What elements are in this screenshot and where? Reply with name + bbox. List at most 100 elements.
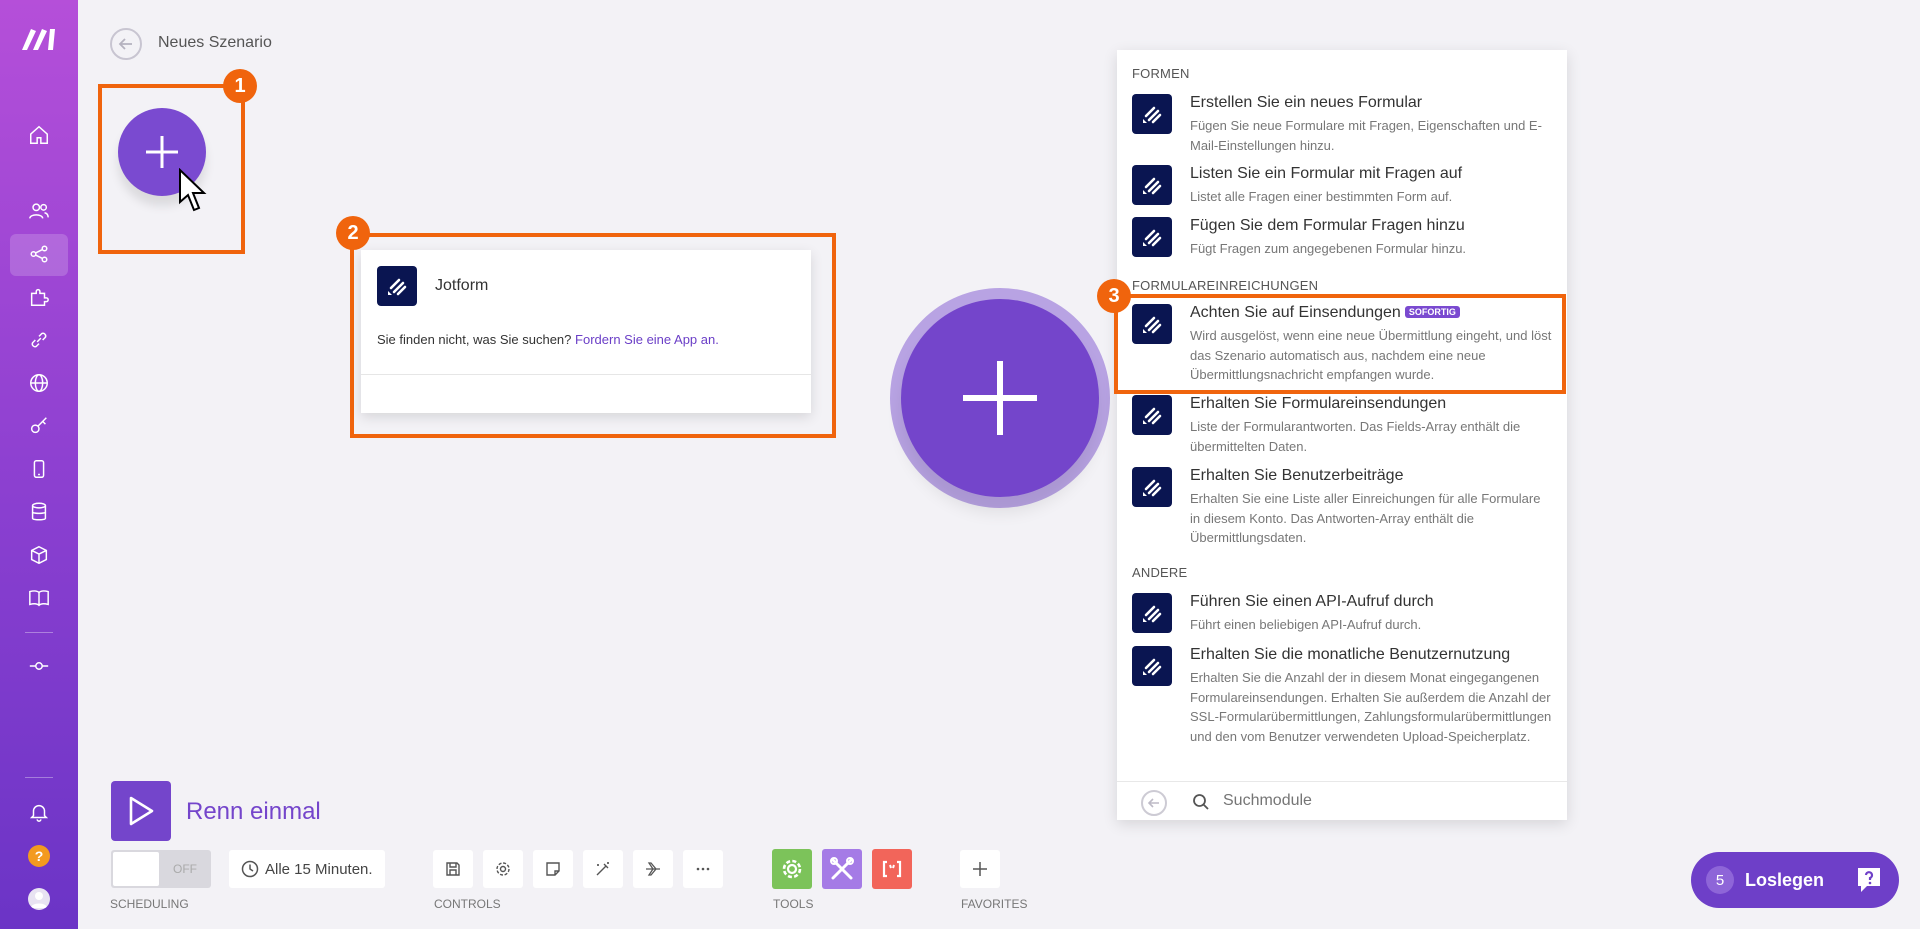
- gear-icon: [782, 859, 802, 879]
- cube-icon[interactable]: [24, 540, 54, 570]
- toggle-knob: [113, 852, 159, 886]
- help-chat-icon: [1858, 868, 1880, 892]
- favorites-label: FAVORITES: [961, 897, 1028, 911]
- module-title: Erhalten Sie die monatliche Benutzernutz…: [1190, 646, 1511, 663]
- schedule-button[interactable]: Alle 15 Minuten.: [229, 850, 385, 888]
- jotform-logo-icon: [377, 266, 417, 306]
- play-icon: [129, 796, 154, 826]
- section-title-formulareinreichungen: FORMULAREINREICHUNGEN: [1132, 278, 1319, 293]
- get-started-label: Loslegen: [1745, 869, 1825, 890]
- module-title: Fügen Sie dem Formular Fragen hinzu: [1190, 217, 1465, 234]
- key-icon[interactable]: [24, 411, 54, 441]
- magic-wand-icon: [596, 862, 609, 876]
- jotform-logo-icon: [1132, 467, 1172, 507]
- mouse-cursor-icon: [179, 168, 207, 212]
- text-parser-button[interactable]: [872, 849, 912, 889]
- sidebar-divider: [25, 777, 53, 778]
- more-icon: [696, 867, 710, 871]
- tools-button[interactable]: [822, 849, 862, 889]
- sidebar-divider: [25, 632, 53, 633]
- mobile-device-icon[interactable]: [24, 454, 54, 484]
- request-app-link[interactable]: Fordern Sie eine App an.: [575, 332, 719, 347]
- run-once-label[interactable]: Renn einmal: [186, 798, 321, 826]
- book-icon[interactable]: [24, 583, 54, 613]
- tools-label: TOOLS: [773, 897, 814, 911]
- scheduling-toggle[interactable]: OFF: [111, 850, 211, 888]
- explain-flow-button[interactable]: [633, 850, 673, 888]
- avatar[interactable]: [28, 888, 50, 910]
- annotation-badge-2: 2: [336, 216, 370, 250]
- get-started-button[interactable]: 5 Loslegen: [1691, 852, 1899, 908]
- module-description: Erhalten Sie eine Liste aller Einreichun…: [1190, 491, 1541, 545]
- arrow-left-icon: [1147, 798, 1159, 808]
- toggle-state: OFF: [173, 862, 197, 876]
- wrench-icon: [830, 857, 854, 880]
- controls-label: CONTROLS: [434, 897, 501, 911]
- module-description: Liste der Formularantworten. Das Fields-…: [1190, 419, 1521, 454]
- note-icon: [546, 862, 560, 876]
- search-icon: [1193, 794, 1209, 810]
- add-favorite-button[interactable]: [960, 850, 1000, 888]
- settings-button[interactable]: [483, 850, 523, 888]
- large-add-module-button[interactable]: [901, 299, 1099, 497]
- not-found-label: Sie finden nicht, was Sie suchen?: [377, 332, 572, 347]
- search-modules-input[interactable]: [1223, 792, 1523, 810]
- database-icon[interactable]: [24, 497, 54, 527]
- save-button[interactable]: [433, 850, 473, 888]
- clock-icon: [241, 860, 259, 878]
- plus-icon: [973, 862, 987, 876]
- globe-icon[interactable]: [24, 368, 54, 398]
- commit-icon[interactable]: [24, 651, 54, 681]
- get-started-count: 5: [1706, 866, 1734, 894]
- jotform-logo-icon: [1132, 165, 1172, 205]
- annotation-badge-1: 1: [223, 69, 257, 103]
- save-icon: [446, 862, 460, 876]
- schedule-text: Alle 15 Minuten.: [265, 860, 373, 878]
- notes-button[interactable]: [533, 850, 573, 888]
- back-button[interactable]: [110, 28, 142, 60]
- make-logo-icon[interactable]: [20, 26, 58, 52]
- team-icon[interactable]: [24, 196, 54, 226]
- plus-icon: [963, 361, 1037, 435]
- annotation-badge-3: 3: [1097, 279, 1131, 313]
- app-search-popup: Jotform Sie finden nicht, was Sie suchen…: [361, 250, 811, 413]
- scenario-title[interactable]: Neues Szenario: [158, 34, 272, 52]
- back-button[interactable]: [1141, 790, 1167, 816]
- not-found-text: Sie finden nicht, was Sie suchen? Forder…: [377, 332, 719, 347]
- app-result-jotform[interactable]: Jotform: [377, 266, 488, 306]
- home-icon[interactable]: [24, 120, 54, 150]
- app-name: Jotform: [435, 277, 489, 294]
- bracket-icon: [882, 860, 902, 878]
- highlight-box-3: [1114, 294, 1566, 394]
- jotform-logo-icon: [1132, 593, 1172, 633]
- more-button[interactable]: [683, 850, 723, 888]
- module-title: Führen Sie einen API-Aufruf durch: [1190, 593, 1434, 610]
- module-title: Erhalten Sie Formulareinsendungen: [1190, 395, 1447, 412]
- modules-search-bar: [1117, 781, 1567, 820]
- gear-icon: [496, 862, 510, 876]
- bell-icon[interactable]: [24, 797, 54, 827]
- puzzle-icon[interactable]: [24, 282, 54, 312]
- jotform-logo-icon: [1132, 395, 1172, 435]
- scenarios-share-icon[interactable]: [24, 239, 54, 269]
- module-description: Erhalten Sie die Anzahl der in diesem Mo…: [1190, 670, 1552, 744]
- jotform-logo-icon: [1132, 646, 1172, 686]
- module-title: Erhalten Sie Benutzerbeiträge: [1190, 467, 1404, 484]
- section-title-formen: FORMEN: [1132, 66, 1190, 81]
- run-once-button[interactable]: [111, 781, 171, 841]
- section-title-andere: ANDERE: [1132, 565, 1188, 580]
- tools-flow-control-button[interactable]: [772, 849, 812, 889]
- help-icon[interactable]: ?: [28, 845, 50, 867]
- module-description: Führt einen beliebigen API-Aufruf durch.: [1190, 617, 1422, 632]
- module-title: Erstellen Sie ein neues Formular: [1190, 94, 1423, 111]
- module-description: Fügen Sie neue Formulare mit Fragen, Eig…: [1190, 118, 1542, 153]
- modules-panel: FORMEN Erstellen Sie ein neues Formular …: [1117, 50, 1567, 820]
- link-icon[interactable]: [24, 325, 54, 355]
- airplane-icon: [646, 862, 660, 876]
- jotform-logo-icon: [1132, 94, 1172, 134]
- auto-align-button[interactable]: [583, 850, 623, 888]
- jotform-logo-icon: [1132, 217, 1172, 257]
- sidebar: ?: [0, 0, 78, 929]
- scheduling-label: SCHEDULING: [110, 897, 189, 911]
- module-description: Listet alle Fragen einer bestimmten Form…: [1190, 189, 1453, 204]
